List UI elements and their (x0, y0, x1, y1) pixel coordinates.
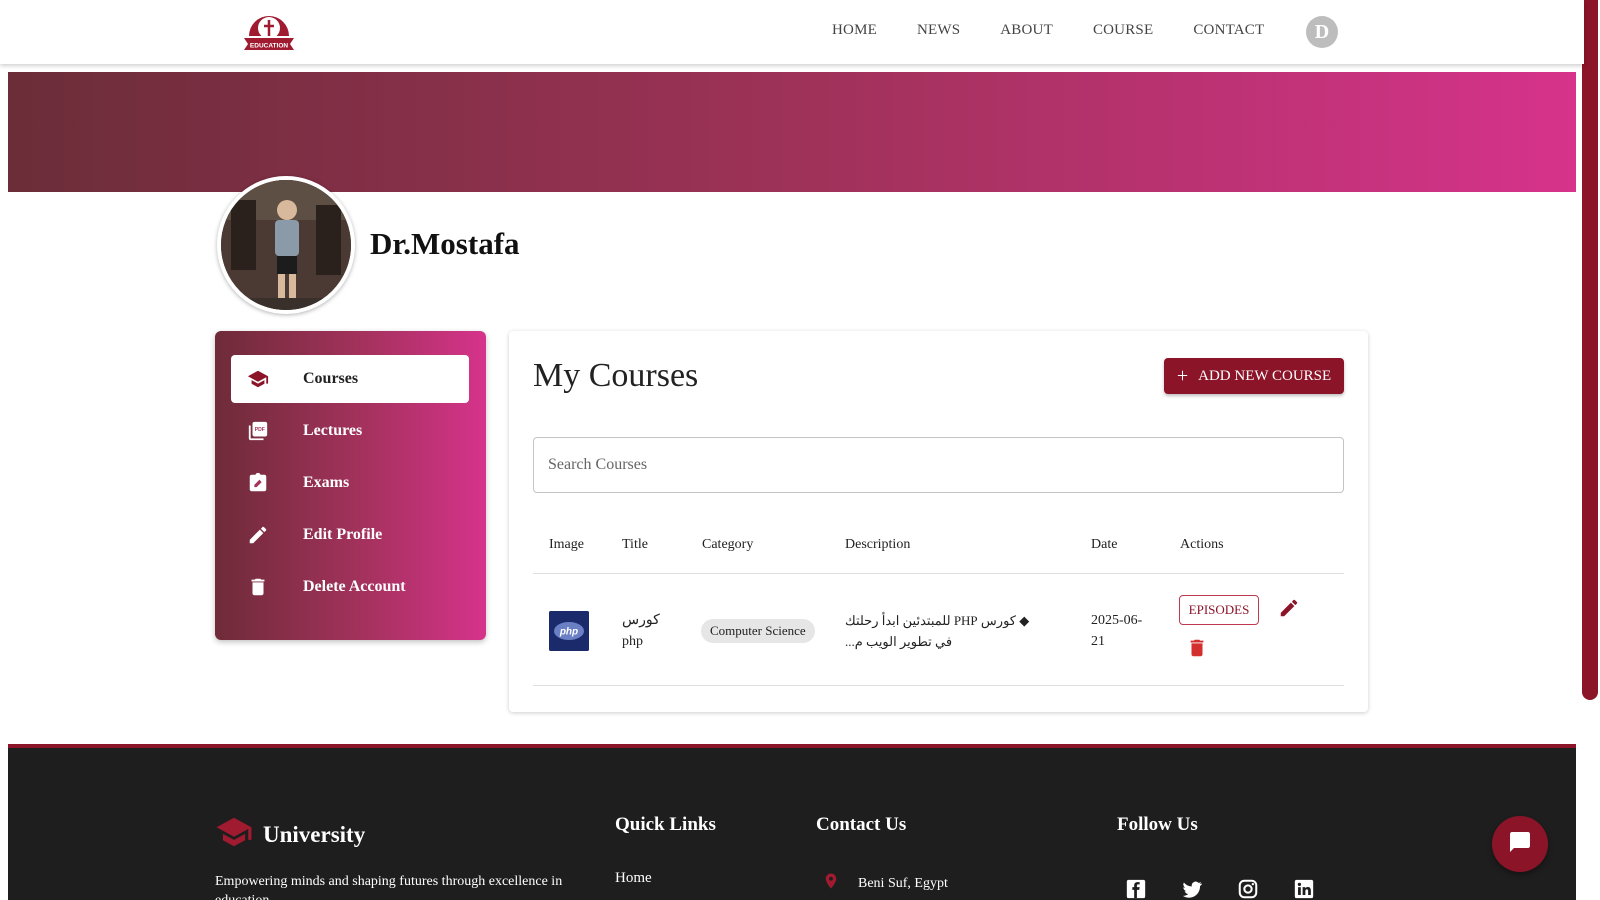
my-courses-card: My Courses + ADD NEW COURSE Image Title … (509, 331, 1368, 712)
sidebar-item-courses[interactable]: Courses (231, 355, 469, 403)
column-header-title: Title (622, 537, 648, 552)
course-date: 2025-06-21 (1091, 613, 1143, 649)
follow-us-heading: Follow Us (1117, 814, 1198, 835)
footer-link-home[interactable]: Home (615, 870, 652, 887)
sidebar-item-label: Edit Profile (303, 526, 383, 543)
edit-course-button[interactable] (1277, 598, 1301, 622)
profile-banner (8, 72, 1576, 192)
graduation-cap-icon (247, 368, 269, 390)
sidebar-item-label: Courses (303, 370, 359, 387)
table-row-divider (533, 685, 1344, 686)
assignment-icon (247, 472, 269, 494)
contact-heading: Contact Us (816, 814, 907, 835)
chat-bubble-icon (1508, 830, 1532, 859)
sidebar-item-lectures[interactable]: PDF Lectures (231, 407, 469, 455)
twitter-icon[interactable] (1181, 878, 1205, 900)
table-header-divider (533, 573, 1344, 574)
plus-icon: + (1176, 365, 1189, 387)
svg-text:php: php (559, 627, 578, 638)
dashboard-sidebar: Courses PDF Lectures Exams Edit Profile … (215, 331, 486, 640)
nav-link-course[interactable]: COURSE (1093, 22, 1153, 39)
course-thumbnail: php (549, 611, 589, 651)
svg-text:EDUCATION: EDUCATION (250, 43, 288, 50)
sidebar-item-label: Lectures (303, 422, 363, 439)
page-scrollbar-track[interactable] (1582, 0, 1600, 900)
trash-icon (247, 576, 269, 598)
sidebar-item-label: Exams (303, 474, 350, 491)
page-title: My Courses (533, 357, 699, 394)
pencil-icon (247, 524, 269, 546)
profile-photo (217, 176, 355, 314)
add-new-course-button[interactable]: + ADD NEW COURSE (1164, 358, 1344, 394)
nav-link-home[interactable]: HOME (832, 22, 877, 39)
footer-tagline: Empowering minds and shaping futures thr… (215, 874, 563, 900)
footer-brand-name: University (263, 821, 366, 847)
nav-link-about[interactable]: ABOUT (1000, 22, 1053, 39)
sidebar-item-label: Delete Account (303, 578, 406, 595)
category-chip: Computer Science (701, 619, 815, 643)
nav-link-news[interactable]: NEWS (917, 22, 960, 39)
column-header-image: Image (549, 537, 584, 552)
pencil-icon (1278, 597, 1300, 624)
graduation-cap-icon (215, 816, 253, 853)
nav-link-contact[interactable]: CONTACT (1193, 22, 1264, 39)
linkedin-icon[interactable] (1293, 878, 1317, 900)
site-footer: University Empowering minds and shaping … (8, 744, 1576, 900)
trash-icon (1186, 637, 1208, 664)
column-header-category: Category (702, 537, 754, 552)
quick-links-heading: Quick Links (615, 814, 716, 835)
profile-name: Dr.Mostafa (370, 226, 520, 261)
course-title: كورس php (622, 613, 660, 649)
education-logo[interactable]: EDUCATION (240, 6, 298, 54)
page-scrollbar-thumb[interactable] (1582, 0, 1598, 700)
column-header-date: Date (1091, 537, 1118, 552)
delete-course-button[interactable] (1185, 638, 1209, 662)
svg-text:PDF: PDF (255, 427, 265, 433)
location-pin-icon (822, 870, 840, 897)
column-header-actions: Actions (1180, 537, 1224, 552)
contact-location: Beni Suf, Egypt (822, 870, 948, 897)
nav-links: HOME NEWS ABOUT COURSE CONTACT (832, 22, 1304, 39)
sidebar-item-delete-account[interactable]: Delete Account (231, 563, 469, 611)
sidebar-item-edit-profile[interactable]: Edit Profile (231, 511, 469, 559)
facebook-icon[interactable] (1125, 878, 1149, 900)
chat-button[interactable] (1492, 816, 1548, 872)
user-avatar[interactable]: D (1306, 16, 1338, 48)
top-navbar: EDUCATION HOME NEWS ABOUT COURSE CONTACT… (0, 0, 1584, 64)
pdf-icon: PDF (247, 420, 269, 442)
course-description: ◆ كورس PHP للمبتدئين ابدأ رحلتك في تطوير… (845, 613, 1030, 649)
add-new-course-label: ADD NEW COURSE (1198, 367, 1332, 384)
contact-location-text: Beni Suf, Egypt (858, 875, 948, 891)
instagram-icon[interactable] (1237, 878, 1261, 900)
episodes-button[interactable]: EPISODES (1179, 595, 1259, 625)
footer-brand: University (215, 816, 365, 853)
column-header-description: Description (845, 537, 911, 552)
sidebar-item-exams[interactable]: Exams (231, 459, 469, 507)
search-courses-input[interactable] (533, 437, 1344, 493)
